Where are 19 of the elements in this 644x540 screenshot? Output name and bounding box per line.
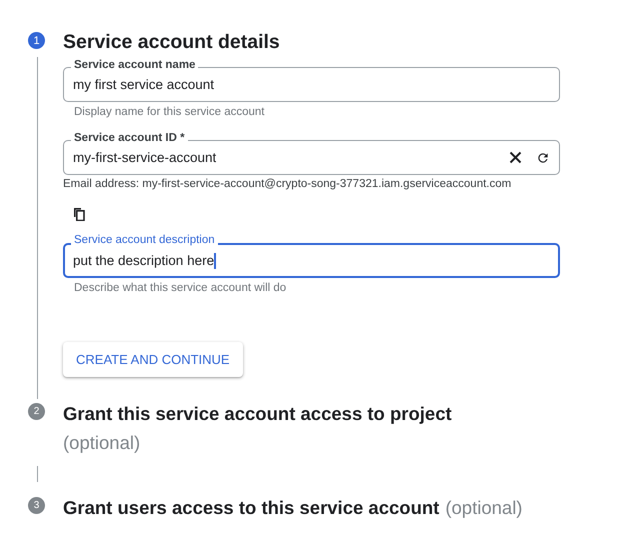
step-number: 1 [28,32,45,49]
refresh-icon[interactable] [536,150,550,164]
email-address-text: Email address: my-first-service-account@crypto-song-377321.iam.gserviceaccount.com [63,178,512,190]
step-title[interactable]: Grant this service account access to project [63,399,452,428]
field-value[interactable]: my first service account [73,77,214,92]
clear-icon[interactable] [509,151,522,164]
field-label: Service account description [71,233,218,247]
copy-icon[interactable] [73,208,85,221]
field-value[interactable]: put the description here [73,253,214,268]
step-title[interactable]: Grant users access to this service account [63,493,440,522]
step-number: 2 [28,403,45,420]
field-hint: Describe what this service account will do [74,282,288,294]
create-and-continue-button[interactable]: CREATE AND CONTINUE [63,342,243,377]
field-value[interactable]: my-first-service-account [73,150,216,165]
field-hint: Display name for this service account [74,106,266,118]
step-title[interactable]: Service account details [63,28,280,57]
optional-label: (optional) [63,431,140,455]
optional-label: (optional) [445,496,522,520]
step-number: 3 [28,497,45,514]
